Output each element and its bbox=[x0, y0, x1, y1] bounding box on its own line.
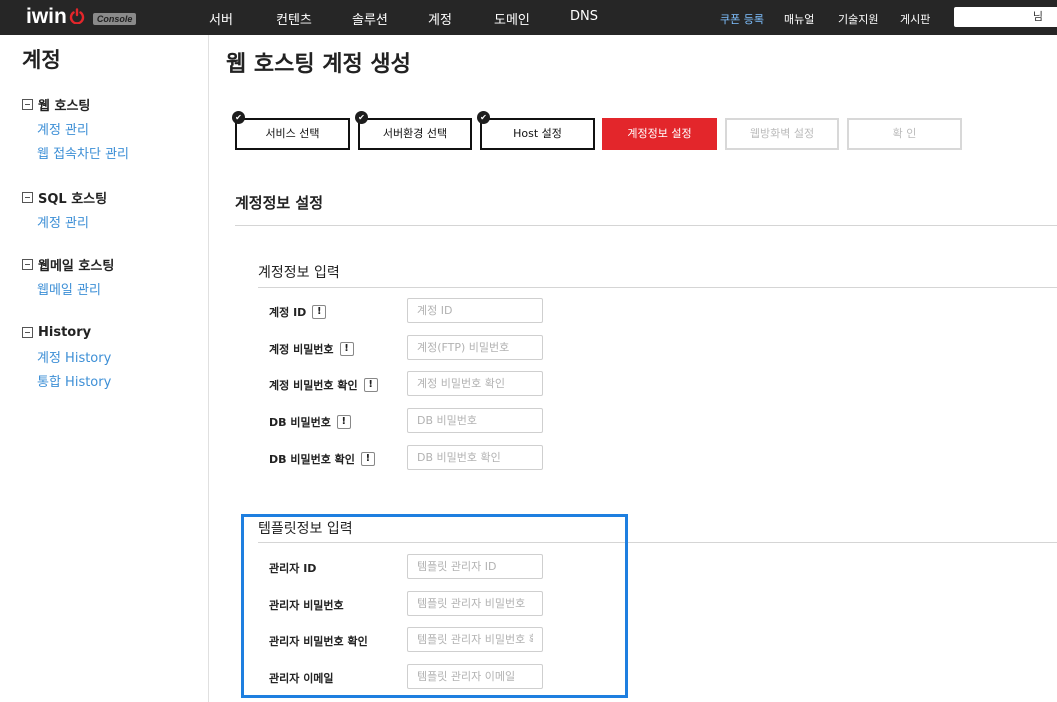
collapse-icon[interactable] bbox=[22, 98, 33, 110]
sidebar-group-webmail-hosting: 웹메일 호스팅 웹메일 관리 bbox=[22, 255, 115, 298]
power-icon bbox=[69, 8, 85, 24]
check-icon: ✔ bbox=[232, 111, 245, 124]
page-title: 웹 호스팅 계정 생성 bbox=[226, 52, 411, 77]
coupon-register-link[interactable]: 쿠폰 등록 bbox=[720, 11, 764, 27]
sidebar-group-header[interactable]: History bbox=[22, 323, 111, 341]
sidebar-item-sql-account-manage[interactable]: 계정 관리 bbox=[37, 212, 107, 231]
collapse-icon[interactable] bbox=[22, 326, 33, 338]
account-password-input[interactable] bbox=[407, 335, 543, 360]
sidebar-group-sql-hosting: SQL 호스팅 계정 관리 bbox=[22, 188, 108, 231]
nav-contents[interactable]: 컨텐츠 bbox=[276, 9, 312, 28]
sidebar-item-account-history[interactable]: 계정 History bbox=[37, 347, 111, 366]
sidebar-group-web-hosting: 웹 호스팅 계정 관리 웹 접속차단 관리 bbox=[22, 95, 129, 162]
sidebar-group-header[interactable]: 웹 호스팅 bbox=[22, 95, 129, 114]
sidebar-group-label: SQL 호스팅 bbox=[38, 191, 108, 207]
sidebar-group-header[interactable]: 웹메일 호스팅 bbox=[22, 255, 115, 274]
step-label: 서버환경 선택 bbox=[382, 127, 448, 140]
info-icon[interactable]: ! bbox=[360, 452, 375, 466]
iwin-logo[interactable]: iwin Console bbox=[26, 4, 137, 30]
step-account-info: 계정정보 설정 bbox=[602, 118, 717, 150]
step-label: Host 설정 bbox=[513, 127, 562, 140]
nav-server[interactable]: 서버 bbox=[209, 9, 233, 28]
step-server-env-select: ✔ 서버환경 선택 bbox=[355, 111, 472, 150]
user-suffix: 님 bbox=[1032, 10, 1043, 23]
sidebar-group-header[interactable]: SQL 호스팅 bbox=[22, 188, 108, 207]
tech-support-link[interactable]: 기술지원 bbox=[838, 11, 878, 27]
manual-link[interactable]: 매뉴얼 bbox=[784, 11, 814, 27]
check-icon: ✔ bbox=[355, 111, 368, 124]
sidebar-item-total-history[interactable]: 통합 History bbox=[37, 371, 111, 390]
section-title: 계정정보 설정 bbox=[235, 194, 324, 212]
info-icon[interactable]: ! bbox=[336, 415, 351, 429]
account-password-confirm-label: 계정 비밀번호 확인 ! bbox=[269, 377, 378, 393]
sidebar: 계정 웹 호스팅 계정 관리 웹 접속차단 관리 SQL 호스팅 계정 관리 웹… bbox=[0, 35, 209, 702]
step-label: 서비스 선택 bbox=[265, 127, 320, 140]
step-host-setting: ✔ Host 설정 bbox=[477, 111, 595, 150]
nav-dns[interactable]: DNS bbox=[570, 9, 598, 24]
account-password-label: 계정 비밀번호 ! bbox=[269, 341, 354, 357]
db-password-input[interactable] bbox=[407, 408, 543, 433]
sidebar-item-web-block-manage[interactable]: 웹 접속차단 관리 bbox=[37, 143, 129, 162]
board-link[interactable]: 게시판 bbox=[900, 11, 930, 27]
sidebar-group-history: History 계정 History 통합 History bbox=[22, 323, 111, 390]
sidebar-title: 계정 bbox=[22, 48, 61, 72]
logo-text: iwin bbox=[26, 5, 67, 28]
sidebar-group-label: History bbox=[38, 324, 92, 340]
info-icon[interactable]: ! bbox=[363, 378, 378, 392]
step-service-select: ✔ 서비스 선택 bbox=[232, 111, 350, 150]
sidebar-group-label: 웹 호스팅 bbox=[38, 98, 91, 114]
step-label: 계정정보 설정 bbox=[627, 127, 692, 140]
user-menu[interactable]: 님 bbox=[954, 7, 1057, 27]
account-id-input[interactable] bbox=[407, 298, 543, 323]
template-section-highlight bbox=[241, 514, 628, 698]
section-divider bbox=[235, 225, 1057, 226]
nav-account[interactable]: 계정 bbox=[428, 9, 452, 28]
collapse-icon[interactable] bbox=[22, 191, 33, 203]
step-label: 확 인 bbox=[892, 127, 917, 140]
top-navigation-bar: iwin Console 서버 컨텐츠 솔루션 계정 도메인 DNS 쿠폰 등록… bbox=[0, 0, 1057, 35]
account-info-title: 계정정보 입력 bbox=[258, 265, 340, 281]
account-id-label: 계정 ID ! bbox=[269, 304, 327, 320]
account-info-divider bbox=[258, 287, 1057, 288]
account-password-confirm-input[interactable] bbox=[407, 371, 543, 396]
sidebar-item-webmail-manage[interactable]: 웹메일 관리 bbox=[37, 279, 114, 298]
step-label: 웹방화벽 설정 bbox=[749, 127, 815, 140]
console-badge: Console bbox=[92, 13, 137, 25]
info-icon[interactable]: ! bbox=[312, 305, 327, 319]
db-password-confirm-label: DB 비밀번호 확인 ! bbox=[269, 451, 375, 467]
step-waf-setting: 웹방화벽 설정 bbox=[725, 118, 839, 150]
db-password-label: DB 비밀번호 ! bbox=[269, 414, 351, 430]
nav-solution[interactable]: 솔루션 bbox=[352, 9, 388, 28]
db-password-confirm-input[interactable] bbox=[407, 445, 543, 470]
check-icon: ✔ bbox=[477, 111, 490, 124]
collapse-icon[interactable] bbox=[22, 258, 33, 270]
sidebar-group-label: 웹메일 호스팅 bbox=[38, 258, 115, 274]
sidebar-item-account-manage[interactable]: 계정 관리 bbox=[37, 119, 129, 138]
step-confirm: 확 인 bbox=[847, 118, 962, 150]
nav-domain[interactable]: 도메인 bbox=[494, 9, 530, 28]
info-icon[interactable]: ! bbox=[339, 342, 354, 356]
